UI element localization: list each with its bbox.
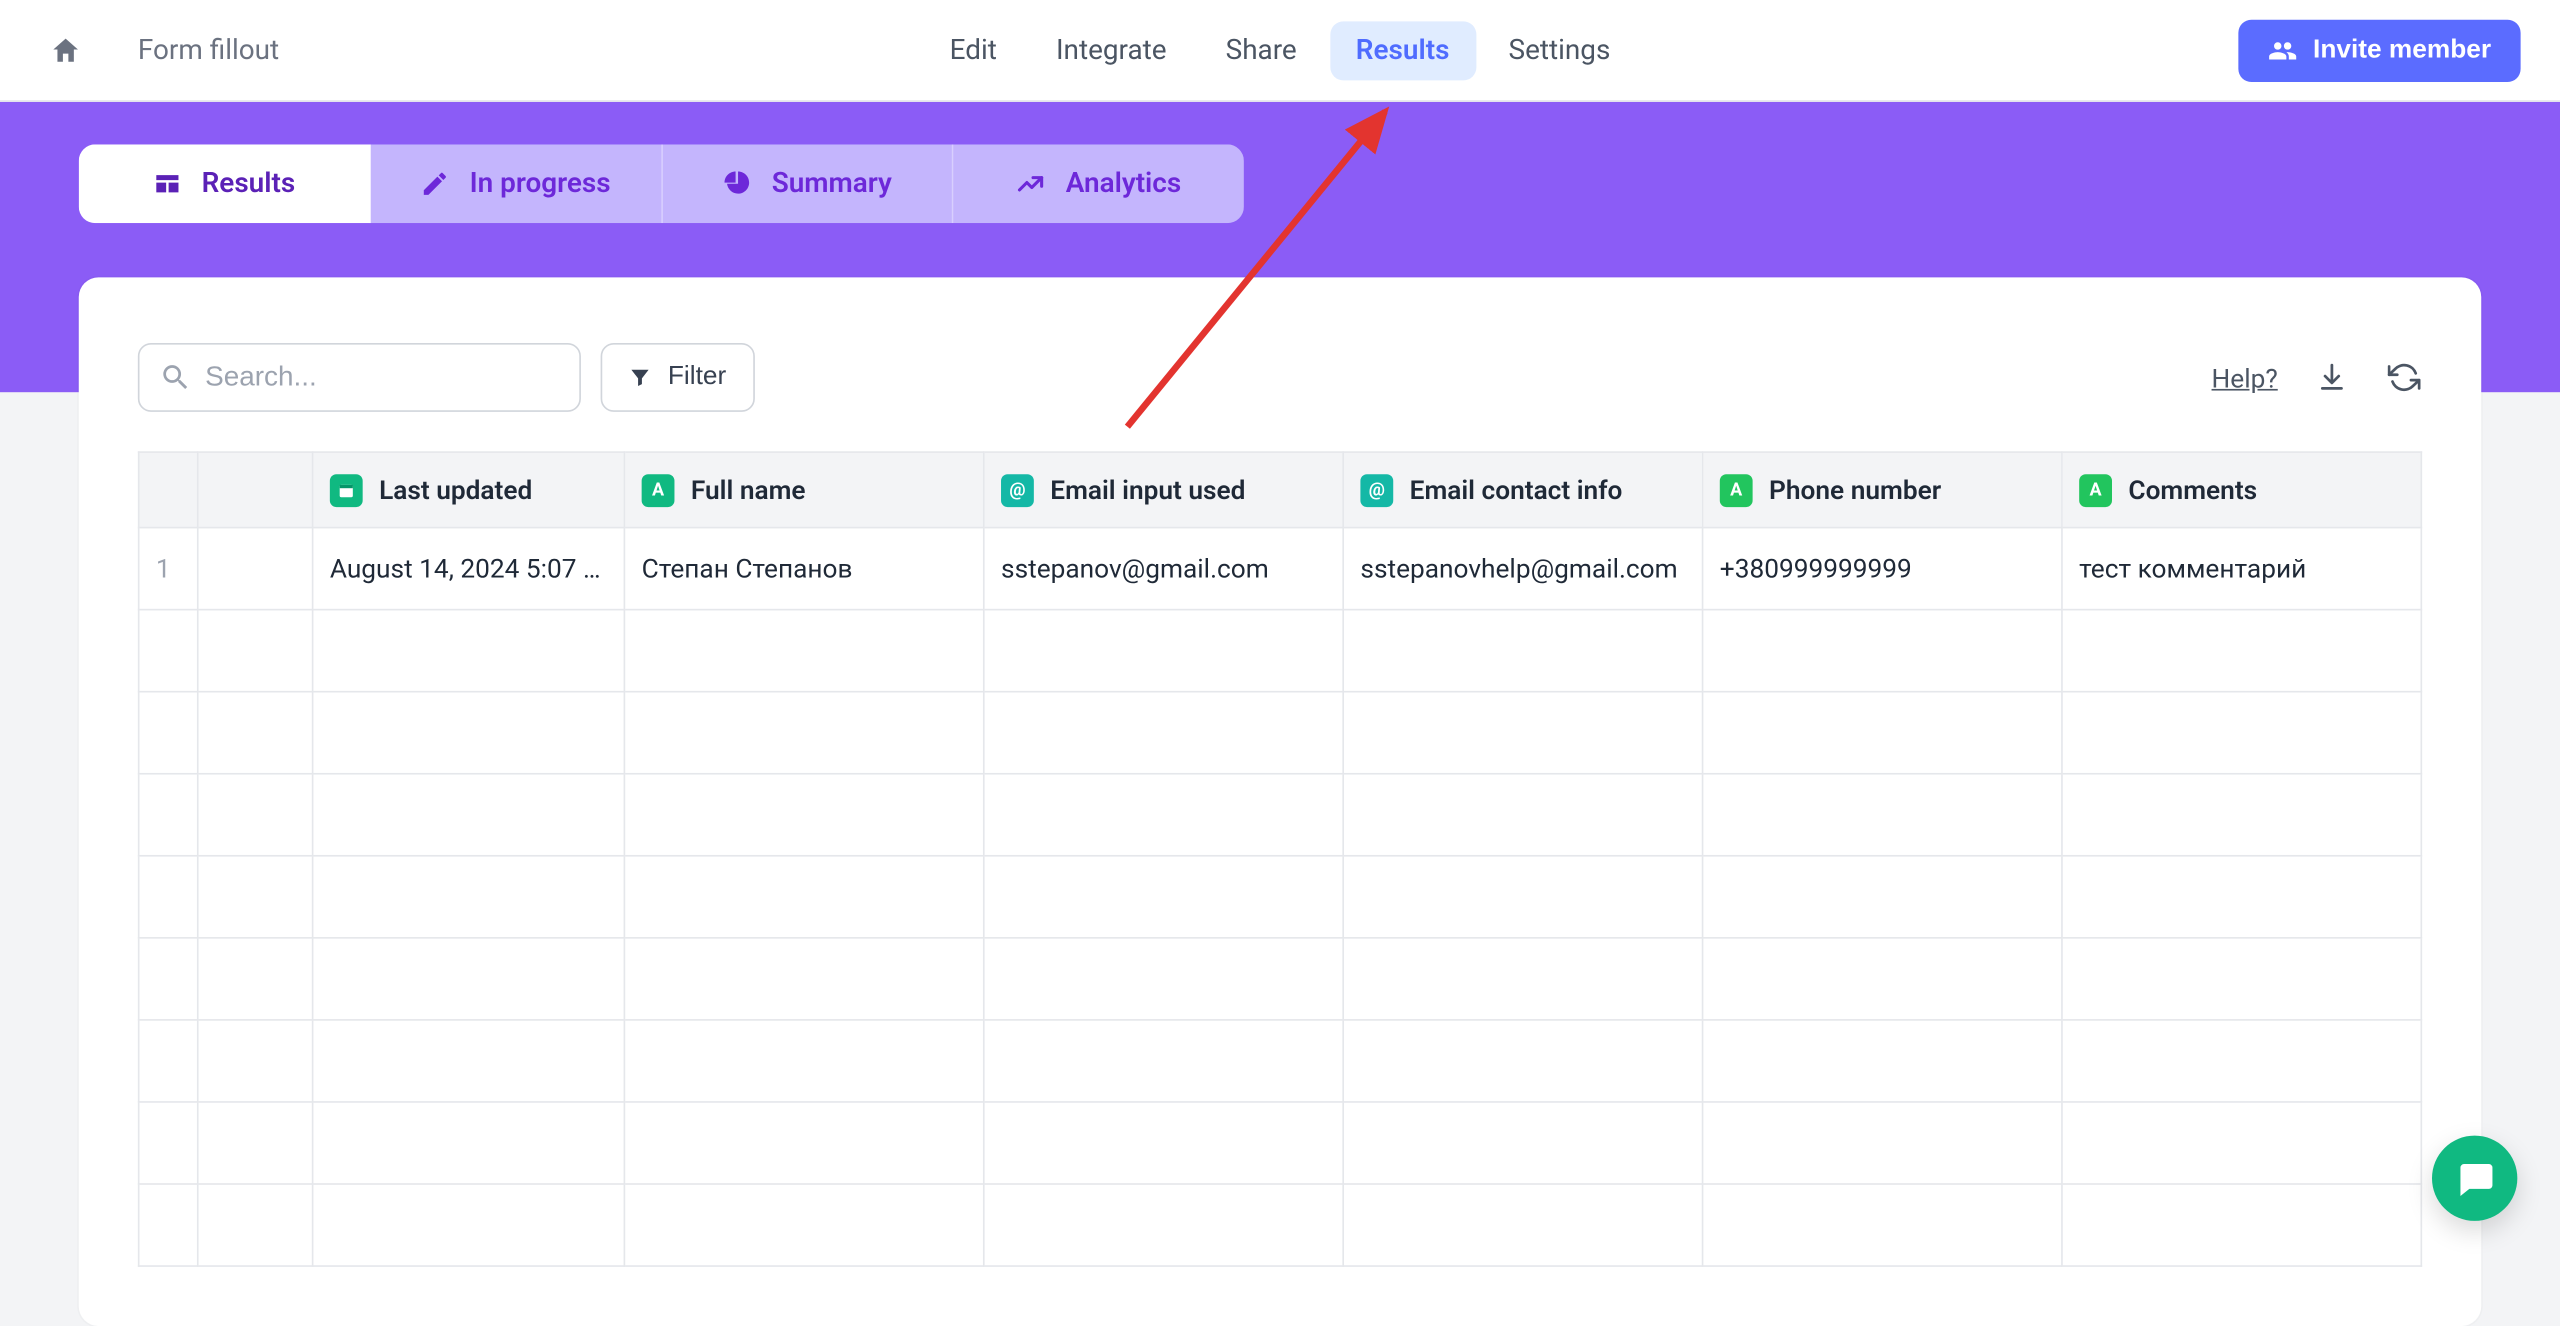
row-blank	[198, 528, 313, 610]
subtab-summary[interactable]: Summary	[662, 144, 954, 223]
download-button[interactable]	[2314, 359, 2350, 395]
cell-phone: +380999999999	[1703, 528, 2062, 610]
subtab-analytics[interactable]: Analytics	[954, 144, 1244, 223]
search-field[interactable]	[138, 343, 581, 412]
subtab-results-label: Results	[202, 167, 296, 200]
top-nav: Edit Integrate Share Results Settings	[923, 21, 1636, 80]
text-field-icon: A	[642, 473, 675, 506]
results-table-wrap: Last updated A Full name @	[79, 451, 2481, 1326]
card-toolbar: Filter Help?	[79, 277, 2481, 451]
table-header-row: Last updated A Full name @	[139, 452, 2422, 527]
col-label: Email contact info	[1410, 474, 1623, 505]
nav-share[interactable]: Share	[1199, 21, 1323, 80]
row-number: 1	[139, 528, 198, 610]
pie-chart-icon	[722, 169, 752, 199]
table-row-empty	[139, 1102, 2422, 1184]
nav-edit[interactable]: Edit	[923, 21, 1023, 80]
col-header-phone[interactable]: A Phone number	[1703, 452, 2062, 527]
col-label: Last updated	[379, 474, 532, 505]
search-icon	[159, 361, 192, 394]
funnel-icon	[629, 366, 652, 389]
col-header-number	[139, 452, 198, 527]
chat-fab[interactable]	[2432, 1136, 2517, 1221]
table-row-empty	[139, 856, 2422, 938]
cell-comments: тест комментарий	[2062, 528, 2421, 610]
table-row-empty	[139, 610, 2422, 692]
nav-integrate[interactable]: Integrate	[1030, 21, 1193, 80]
nav-results[interactable]: Results	[1330, 21, 1476, 80]
table-row[interactable]: 1August 14, 2024 5:07 PMСтепан Степановs…	[139, 528, 2422, 610]
subtab-summary-label: Summary	[772, 167, 892, 200]
invite-member-button[interactable]: Invite member	[2238, 19, 2521, 81]
filter-button[interactable]: Filter	[601, 343, 755, 412]
cell-full-name: Степан Степанов	[624, 528, 983, 610]
table-row-empty	[139, 938, 2422, 1020]
trend-icon	[1017, 169, 1047, 199]
col-label: Comments	[2128, 474, 2257, 505]
col-header-email-contact[interactable]: @ Email contact info	[1343, 452, 1702, 527]
col-header-email-input[interactable]: @ Email input used	[984, 452, 1343, 527]
calendar-icon	[330, 473, 363, 506]
home-icon	[49, 34, 82, 67]
cell-last-updated: August 14, 2024 5:07 PM	[313, 528, 625, 610]
col-header-blank	[198, 452, 313, 527]
subtab-in-progress-label: In progress	[470, 167, 611, 200]
invite-member-label: Invite member	[2313, 35, 2491, 65]
form-title: Form fillout	[138, 34, 279, 67]
col-label: Phone number	[1769, 474, 1941, 505]
table-row-empty	[139, 1184, 2422, 1266]
refresh-icon	[2388, 361, 2421, 394]
help-link[interactable]: Help?	[2212, 362, 2278, 393]
subtab-analytics-label: Analytics	[1066, 167, 1181, 200]
edit-icon	[420, 169, 450, 199]
filter-label: Filter	[668, 363, 726, 393]
table-row-empty	[139, 1020, 2422, 1102]
at-icon: @	[1360, 473, 1393, 506]
chat-icon	[2453, 1157, 2496, 1200]
subtab-in-progress[interactable]: In progress	[370, 144, 662, 223]
refresh-button[interactable]	[2386, 359, 2422, 395]
col-label: Full name	[691, 474, 806, 505]
textarea-icon: A	[2079, 473, 2112, 506]
col-header-last-updated[interactable]: Last updated	[313, 452, 625, 527]
results-table: Last updated A Full name @	[138, 451, 2422, 1267]
table-row-empty	[139, 774, 2422, 856]
people-icon	[2267, 35, 2297, 65]
results-card: Filter Help?	[79, 277, 2481, 1326]
toolbar-right: Help?	[2212, 359, 2423, 395]
at-icon: @	[1001, 473, 1034, 506]
download-icon	[2315, 361, 2348, 394]
subtabs: Results In progress Summary Analytics	[79, 144, 1244, 223]
table-row-empty	[139, 692, 2422, 774]
table-icon	[152, 169, 182, 199]
col-header-full-name[interactable]: A Full name	[624, 452, 983, 527]
col-header-comments[interactable]: A Comments	[2062, 452, 2421, 527]
search-input[interactable]	[205, 361, 559, 394]
cell-email-contact: sstepanovhelp@gmail.com	[1343, 528, 1702, 610]
subtab-results[interactable]: Results	[79, 144, 371, 223]
topbar: Form fillout Edit Integrate Share Result…	[0, 0, 2560, 102]
home-button[interactable]	[39, 24, 92, 77]
text-field-icon: A	[1720, 473, 1753, 506]
nav-settings[interactable]: Settings	[1482, 21, 1636, 80]
col-label: Email input used	[1050, 474, 1245, 505]
cell-email-input: sstepanov@gmail.com	[984, 528, 1343, 610]
